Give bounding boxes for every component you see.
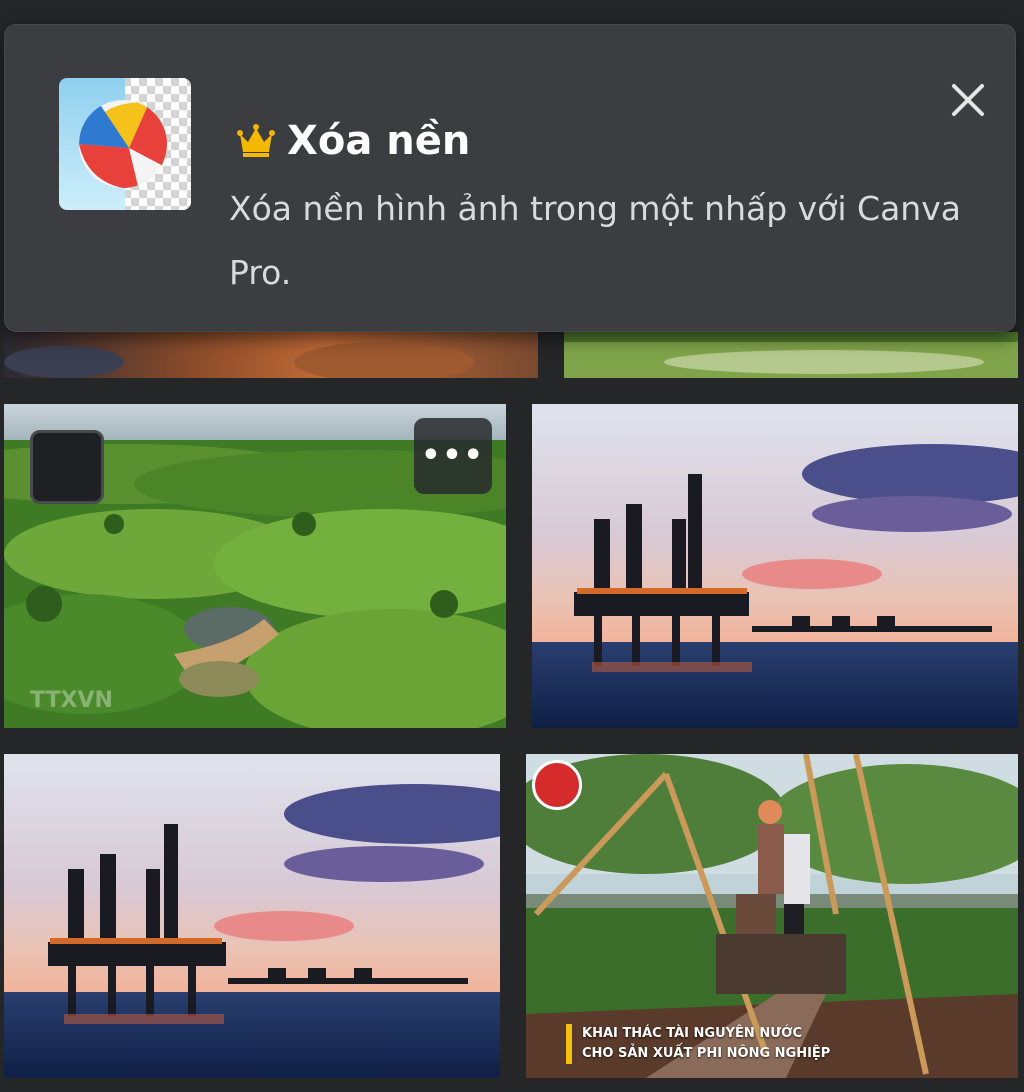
close-icon [952, 84, 984, 116]
image-result-oil-rig-1[interactable] [532, 404, 1018, 728]
caption-line-2: CHO SẢN XUẤT PHI NÔNG NGHIỆP [582, 1046, 831, 1061]
crown-icon [237, 124, 275, 158]
select-checkbox[interactable] [30, 430, 104, 504]
close-promo-button[interactable] [943, 75, 993, 125]
promo-title: Xóa nền [287, 118, 471, 164]
image-result-top-right[interactable] [564, 332, 1018, 378]
promo-title-row: Xóa nền [237, 113, 470, 169]
more-options-button[interactable]: ••• [414, 418, 492, 494]
caption-line-1: KHAI THÁC TÀI NGUYÊN NƯỚC [582, 1026, 802, 1041]
news-logo-badge [532, 760, 582, 810]
image-caption: KHAI THÁC TÀI NGUYÊN NƯỚC CHO SẢN XUẤT P… [566, 1024, 830, 1064]
image-result-top-left[interactable] [4, 332, 538, 378]
beach-ball-thumbnail [59, 78, 191, 210]
image-result-oil-rig-2[interactable] [4, 754, 500, 1078]
background-remover-promo: Xóa nền Xóa nền hình ảnh trong một nhấp … [4, 24, 1016, 332]
promo-description: Xóa nền hình ảnh trong một nhấp với Canv… [229, 189, 961, 292]
tile-watermark: TTXVN [30, 688, 113, 713]
